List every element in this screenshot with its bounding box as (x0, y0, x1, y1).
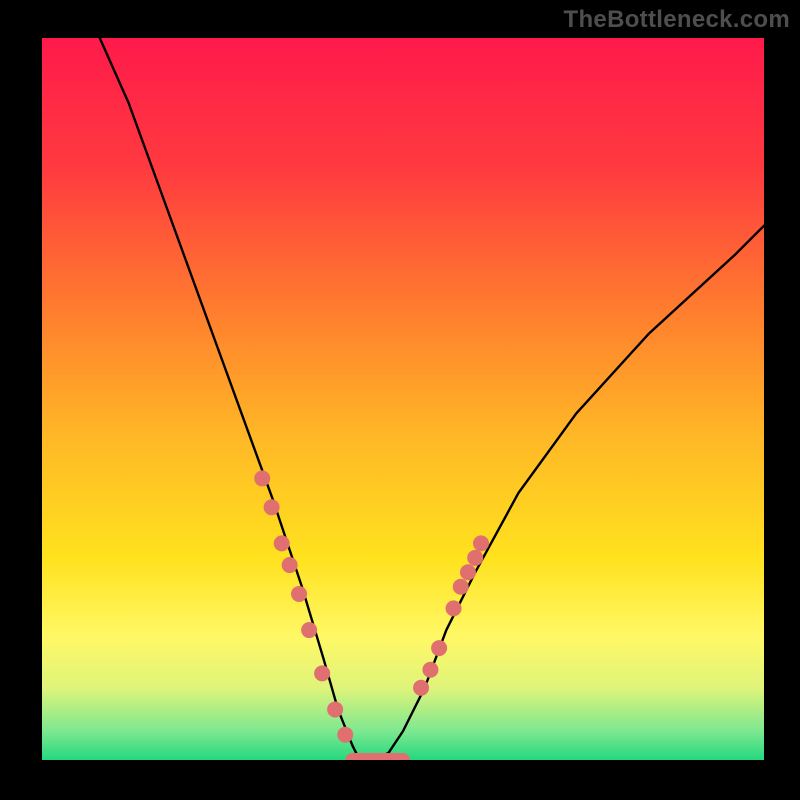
watermark-text: TheBottleneck.com (564, 6, 790, 34)
curve-marker (431, 640, 447, 656)
curve-marker (327, 701, 343, 717)
curve-marker (274, 535, 290, 551)
curve-marker (413, 680, 429, 696)
curve-marker (337, 727, 353, 743)
curve-marker (460, 564, 476, 580)
curve-marker (282, 557, 298, 573)
curve-marker (473, 535, 489, 551)
curve-marker (314, 665, 330, 681)
curve-marker (453, 579, 469, 595)
curve-marker (301, 622, 317, 638)
curve-marker (264, 499, 280, 515)
chart-frame: TheBottleneck.com (0, 0, 800, 800)
curve-marker (254, 470, 270, 486)
plot-area (42, 38, 764, 760)
gradient-background (42, 38, 764, 760)
curve-marker (422, 662, 438, 678)
curve-marker (291, 586, 307, 602)
curve-marker (446, 600, 462, 616)
curve-marker (467, 550, 483, 566)
plot-svg (42, 38, 764, 760)
